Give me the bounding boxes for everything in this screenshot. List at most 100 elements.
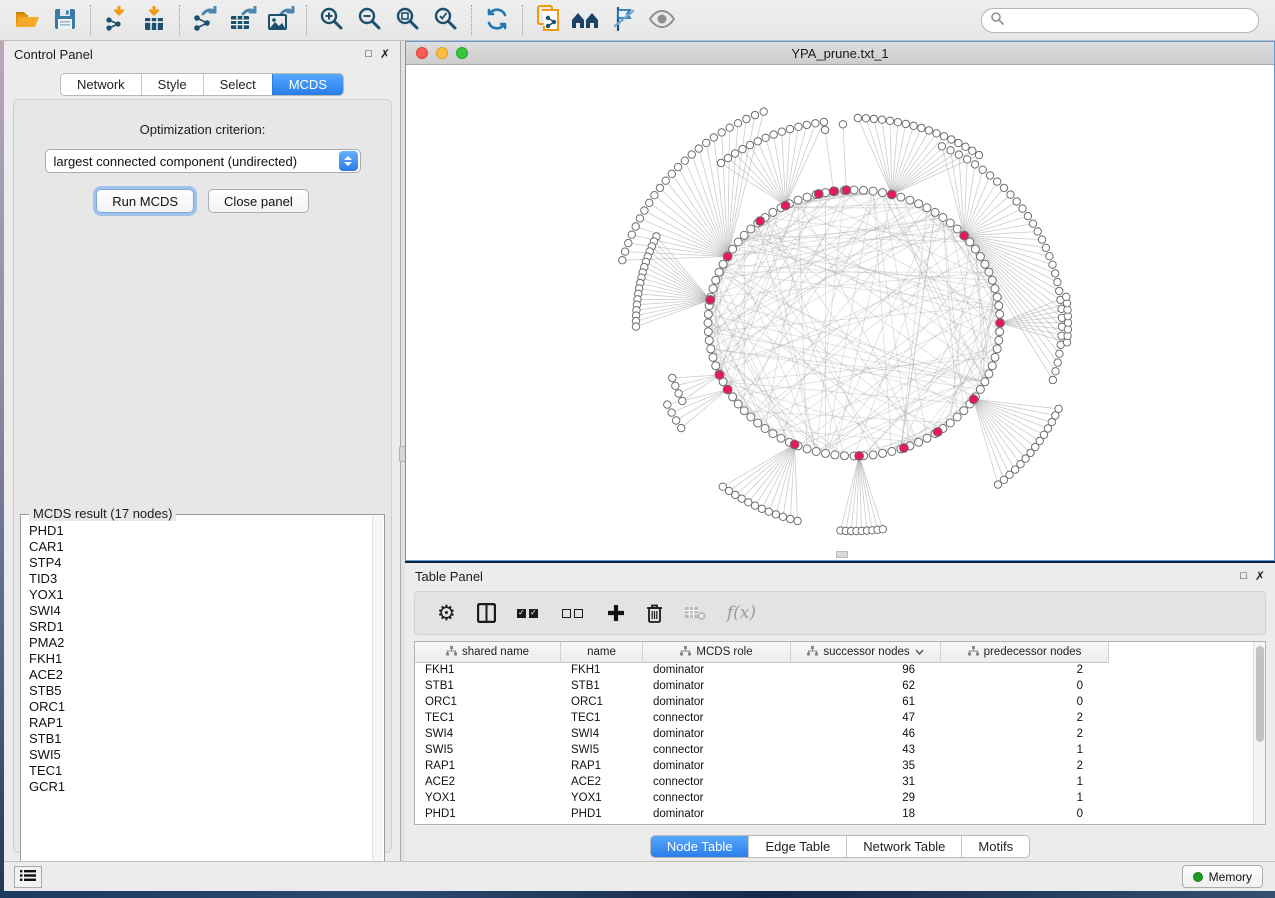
table-cell[interactable]: ORC1 — [415, 695, 561, 711]
show-columns-icon[interactable] — [477, 600, 496, 626]
function-builder-icon[interactable]: f(x) — [727, 603, 756, 623]
network-window-titlebar[interactable]: YPA_prune.txt_1 — [406, 42, 1274, 65]
memory-button[interactable]: Memory — [1182, 865, 1263, 888]
table-cell[interactable]: connector — [643, 711, 791, 727]
maximize-window-icon[interactable] — [456, 47, 468, 59]
table-cell[interactable]: TEC1 — [561, 711, 643, 727]
result-list-item[interactable]: ACE2 — [29, 667, 372, 683]
float-table-panel-icon[interactable]: □ — [1240, 571, 1247, 582]
table-cell[interactable]: PHD1 — [415, 807, 561, 823]
table-cell[interactable]: dominator — [643, 759, 791, 775]
clone-network-button[interactable] — [529, 4, 567, 36]
table-cell[interactable]: STB1 — [561, 679, 643, 695]
criterion-select[interactable]: largest connected component (undirected) — [45, 149, 361, 173]
table-cell[interactable]: connector — [643, 775, 791, 791]
table-cell[interactable]: dominator — [643, 679, 791, 695]
table-cell[interactable]: 35 — [791, 759, 941, 775]
table-cell[interactable]: YOX1 — [561, 791, 643, 807]
result-list-item[interactable]: ORC1 — [29, 699, 372, 715]
result-list-item[interactable]: PHD1 — [29, 523, 372, 539]
mcds-result-scrollbar[interactable] — [372, 516, 383, 880]
export-table-button[interactable] — [224, 4, 262, 36]
search-neighbors-button[interactable] — [567, 4, 605, 36]
tab-node-table[interactable]: Node Table — [651, 836, 749, 857]
table-cell[interactable]: SWI4 — [561, 727, 643, 743]
table-cell[interactable]: 29 — [791, 791, 941, 807]
close-table-panel-icon[interactable]: ✗ — [1255, 570, 1265, 582]
table-cell[interactable]: TEC1 — [415, 711, 561, 727]
result-list-item[interactable]: SWI4 — [29, 603, 372, 619]
table-cell[interactable]: SWI4 — [415, 727, 561, 743]
table-cell[interactable]: FKH1 — [561, 663, 643, 679]
result-list-item[interactable]: SRD1 — [29, 619, 372, 635]
table-cell[interactable]: 1 — [941, 775, 1109, 791]
close-panel-icon[interactable]: ✗ — [380, 48, 390, 60]
table-cell[interactable]: RAP1 — [415, 759, 561, 775]
table-cell[interactable]: connector — [643, 791, 791, 807]
table-cell[interactable]: 62 — [791, 679, 941, 695]
export-network-button[interactable] — [186, 4, 224, 36]
table-row[interactable]: RAP1RAP1dominator352 — [415, 759, 1265, 775]
result-list-item[interactable]: STB5 — [29, 683, 372, 699]
tab-select[interactable]: Select — [203, 74, 272, 95]
table-cell[interactable]: FKH1 — [415, 663, 561, 679]
table-cell[interactable]: STB1 — [415, 679, 561, 695]
horizontal-splitter-handle[interactable] — [836, 551, 848, 558]
table-cell[interactable]: 2 — [941, 711, 1109, 727]
table-cell[interactable]: 2 — [941, 727, 1109, 743]
table-cell[interactable]: 1 — [941, 743, 1109, 759]
table-cell[interactable]: dominator — [643, 663, 791, 679]
add-column-plus-icon[interactable] — [607, 600, 625, 626]
table-row[interactable]: SWI5SWI5connector431 — [415, 743, 1265, 759]
table-cell[interactable]: 0 — [941, 807, 1109, 823]
minimize-window-icon[interactable] — [436, 47, 448, 59]
table-scrollbar[interactable] — [1253, 642, 1265, 824]
import-table-button[interactable] — [135, 4, 173, 36]
float-panel-icon[interactable]: □ — [365, 49, 372, 60]
table-cell[interactable]: 43 — [791, 743, 941, 759]
zoom-fit-button[interactable] — [389, 4, 427, 36]
result-list-item[interactable]: YOX1 — [29, 587, 372, 603]
column-header-predecessor-nodes[interactable]: predecessor nodes — [941, 642, 1109, 663]
show-graphics-details-button[interactable] — [643, 4, 681, 36]
tab-network[interactable]: Network — [61, 74, 141, 95]
result-list-item[interactable]: SWI5 — [29, 747, 372, 763]
refresh-button[interactable] — [478, 4, 516, 36]
network-canvas[interactable] — [406, 65, 1274, 560]
tab-motifs[interactable]: Motifs — [961, 836, 1029, 857]
table-cell[interactable]: dominator — [643, 807, 791, 823]
table-cell[interactable]: 96 — [791, 663, 941, 679]
column-header-name[interactable]: name — [561, 642, 643, 663]
close-panel-button[interactable]: Close panel — [208, 189, 309, 213]
column-header-MCDS-role[interactable]: MCDS role — [643, 642, 791, 663]
zoom-out-button[interactable] — [351, 4, 389, 36]
table-cell[interactable]: dominator — [643, 727, 791, 743]
table-cell[interactable]: RAP1 — [561, 759, 643, 775]
table-row[interactable]: PHD1PHD1dominator180 — [415, 807, 1265, 823]
tab-mcds[interactable]: MCDS — [272, 74, 343, 95]
select-all-icon[interactable]: ✓✓ — [517, 600, 541, 626]
table-cell[interactable]: 31 — [791, 775, 941, 791]
import-network-button[interactable] — [97, 4, 135, 36]
column-header-shared-name[interactable]: shared name — [415, 642, 561, 663]
zoom-selected-button[interactable] — [427, 4, 465, 36]
table-cell[interactable]: 0 — [941, 695, 1109, 711]
result-list-item[interactable]: TEC1 — [29, 763, 372, 779]
table-cell[interactable]: 18 — [791, 807, 941, 823]
result-list-item[interactable]: PMA2 — [29, 635, 372, 651]
table-cell[interactable]: SWI5 — [415, 743, 561, 759]
export-image-button[interactable] — [262, 4, 300, 36]
zoom-in-button[interactable] — [313, 4, 351, 36]
save-session-button[interactable] — [46, 4, 84, 36]
open-file-button[interactable] — [8, 4, 46, 36]
table-row[interactable]: SWI4SWI4dominator462 — [415, 727, 1265, 743]
column-header-successor-nodes[interactable]: successor nodes — [791, 642, 941, 663]
result-list-item[interactable]: TID3 — [29, 571, 372, 587]
table-cell[interactable]: 46 — [791, 727, 941, 743]
table-row[interactable]: YOX1YOX1connector291 — [415, 791, 1265, 807]
tab-network-table[interactable]: Network Table — [846, 836, 961, 857]
table-cell[interactable]: ORC1 — [561, 695, 643, 711]
tab-edge-table[interactable]: Edge Table — [748, 836, 846, 857]
table-cell[interactable]: dominator — [643, 695, 791, 711]
hide-flags-button[interactable] — [605, 4, 643, 36]
